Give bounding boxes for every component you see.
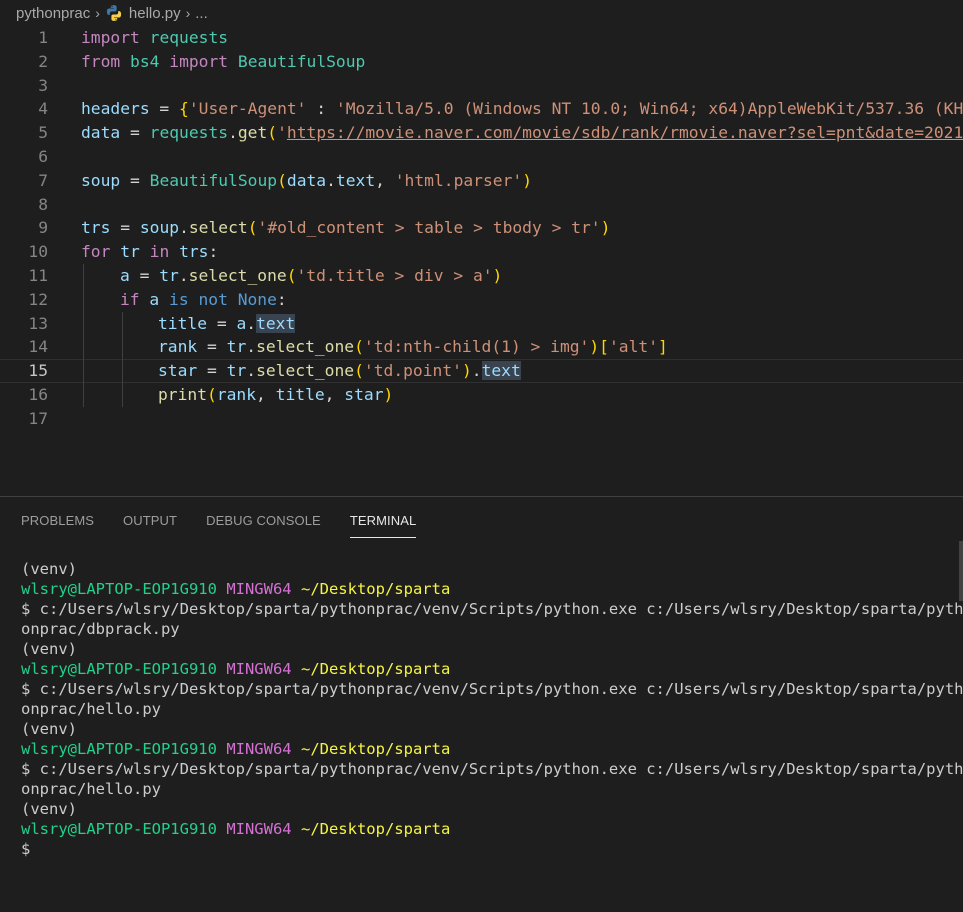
line-number: 8 [38,194,48,214]
line-number: 17 [28,408,48,428]
breadcrumb: pythonprac › hello.py › ... [0,0,963,26]
code-line[interactable]: 8 [0,193,963,217]
indent-guide [122,359,123,383]
indent-guide [83,359,84,383]
indent-guide [83,263,84,288]
line-number: 14 [28,337,48,357]
terminal-line: (venv) [21,560,77,578]
breadcrumb-folder[interactable]: pythonprac [16,5,90,22]
indent-guide [83,335,84,360]
line-number: 1 [38,28,48,47]
code-line[interactable]: 13 title = a.text [0,311,963,336]
bottom-panel: PROBLEMS OUTPUT DEBUG CONSOLE TERMINAL (… [0,496,963,912]
terminal-line: onprac/hello.py [21,700,161,718]
code-line[interactable]: 1 import requests [0,26,963,50]
line-number: 15 [28,361,48,381]
tab-debug-console[interactable]: DEBUG CONSOLE [206,497,321,537]
code-line[interactable]: 14 rank = tr.select_one('td:nth-child(1) … [0,335,963,360]
code-line[interactable]: 17 [0,407,963,431]
code-line-current[interactable]: 15 star = tr.select_one('td.point').text [0,359,963,383]
line-number: 6 [38,146,48,166]
indent-guide [122,335,123,360]
line-number: 16 [28,384,48,404]
code-line[interactable]: 5 data = requests.get('https://movie.nave… [0,121,963,145]
indent-guide [122,311,123,336]
terminal-output[interactable]: (venv) wlsry@LAPTOP-EOP1G910 MINGW64 ~/De… [21,559,963,859]
panel-tabs: PROBLEMS OUTPUT DEBUG CONSOLE TERMINAL [21,497,445,539]
tab-problems[interactable]: PROBLEMS [21,497,94,537]
chevron-right-icon: › [185,5,191,21]
breadcrumb-file[interactable]: hello.py [129,5,181,22]
line-number: 10 [28,242,48,262]
terminal-line: $ c:/Users/wlsry/Desktop/sparta/pythonpr… [21,680,963,698]
terminal-line: (venv) [21,640,77,658]
line-number: 4 [38,99,48,119]
code-line[interactable]: 6 [0,145,963,169]
code-line[interactable]: 12 if a is not None: [0,287,963,312]
terminal-input-prompt[interactable]: $ [21,839,951,859]
code-line[interactable]: 11 a = tr.select_one('td.title > div > a'… [0,263,963,288]
code-line[interactable]: 4 headers = {'User-Agent' : 'Mozilla/5.0 … [0,97,963,121]
line-number: 3 [38,75,48,95]
terminal-line: $ c:/Users/wlsry/Desktop/sparta/pythonpr… [21,600,963,618]
line-number: 5 [38,123,48,143]
terminal-line: $ c:/Users/wlsry/Desktop/sparta/pythonpr… [21,760,963,778]
line-number: 7 [38,170,48,190]
indent-guide [83,311,84,336]
terminal-prompt-line: wlsry@LAPTOP-EOP1G910 MINGW64 ~/Desktop/… [21,740,451,758]
terminal-line: onprac/dbprack.py [21,620,180,638]
code-link[interactable]: https://movie.naver.com/movie/sdb/rank/r… [287,123,963,142]
code-line[interactable]: 16 print(rank, title, star) [0,382,963,407]
code-line[interactable]: 3 [0,74,963,98]
terminal-line: onprac/hello.py [21,780,161,798]
python-icon [106,5,121,21]
terminal-prompt-line: wlsry@LAPTOP-EOP1G910 MINGW64 ~/Desktop/… [21,580,451,598]
indent-guide [83,287,84,312]
line-number: 11 [28,265,48,285]
tab-terminal[interactable]: TERMINAL [349,497,417,538]
code-line[interactable]: 7 soup = BeautifulSoup(data.text, 'html.p… [0,169,963,193]
tab-output[interactable]: OUTPUT [123,497,177,537]
line-number: 9 [38,218,48,238]
chevron-right-icon: › [95,5,100,21]
terminal-scrollbar[interactable] [959,541,963,601]
terminal-line: (venv) [21,800,77,818]
breadcrumb-more[interactable]: ... [195,5,208,22]
terminal-line: (venv) [21,720,77,738]
indent-guide [122,382,123,407]
code-line[interactable]: 9 trs = soup.select('#old_content > table… [0,216,963,240]
line-number: 2 [38,51,48,71]
code-editor[interactable]: 1 import requests 2 from bs4 import Beauti… [0,26,963,496]
code-line[interactable]: 2 from bs4 import BeautifulSoup [0,50,963,74]
code-line[interactable]: 10 for tr in trs: [0,240,963,264]
terminal-prompt-line: wlsry@LAPTOP-EOP1G910 MINGW64 ~/Desktop/… [21,820,451,838]
line-number: 12 [28,289,48,309]
line-number: 13 [28,313,48,333]
terminal-prompt-line: wlsry@LAPTOP-EOP1G910 MINGW64 ~/Desktop/… [21,660,451,678]
indent-guide [83,382,84,407]
